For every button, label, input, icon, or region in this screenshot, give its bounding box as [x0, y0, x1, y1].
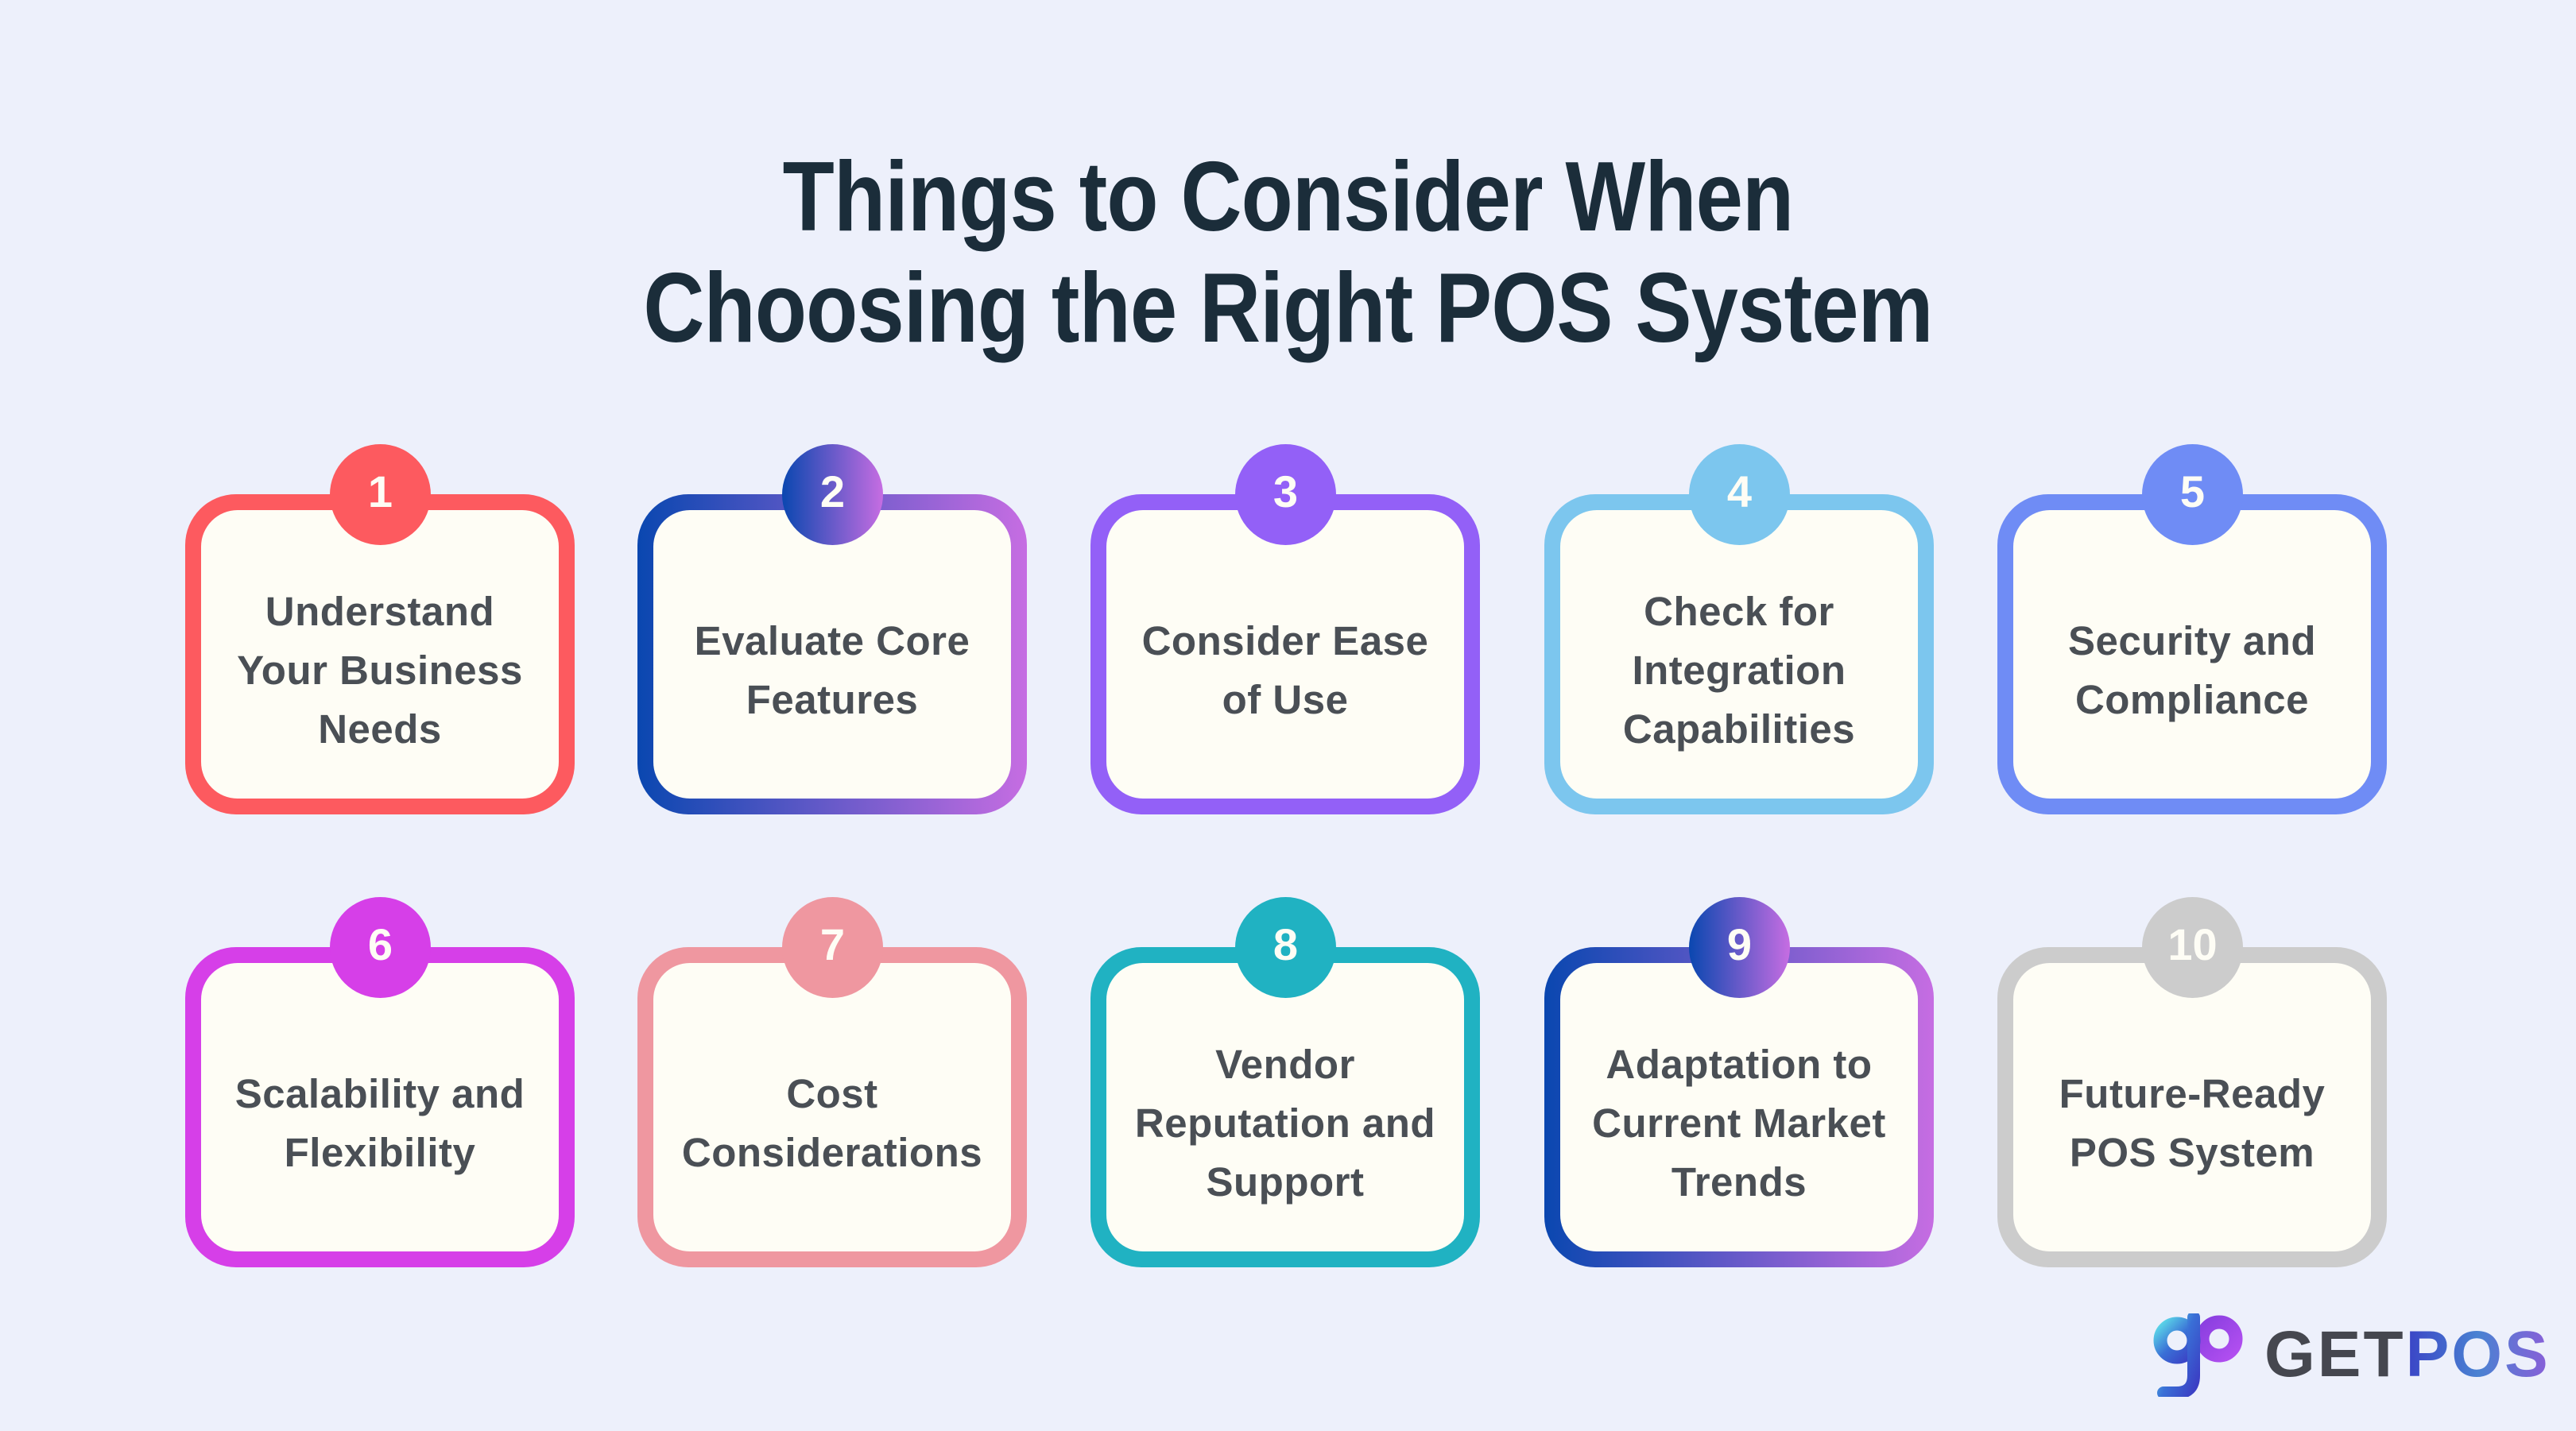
- step-number-badge: 7: [782, 897, 883, 998]
- page-title: Things to Consider When Choosing the Rig…: [0, 141, 2576, 364]
- card-body: Evaluate Core Features: [653, 510, 1011, 799]
- card-body: Check for Integration Capabilities: [1560, 510, 1918, 799]
- consideration-card-2: 2 Evaluate Core Features: [637, 444, 1027, 814]
- logo-word-get: GET: [2264, 1318, 2406, 1390]
- consideration-card-10: 10 Future-Ready POS System: [1997, 897, 2387, 1267]
- consideration-card-5: 5 Security and Compliance: [1997, 444, 2387, 814]
- card-label: Vendor Reputation and Support: [1134, 1041, 1436, 1205]
- card-label: Consider Ease of Use: [1141, 617, 1429, 722]
- consideration-card-8: 8 Vendor Reputation and Support: [1090, 897, 1480, 1267]
- consideration-card-1: 1 Understand Your Business Needs: [185, 444, 575, 814]
- card-body: Adaptation to Current Market Trends: [1560, 963, 1918, 1251]
- card-label: Security and Compliance: [2067, 617, 2317, 722]
- logo-word-pos: POS: [2405, 1318, 2551, 1390]
- title-line-2: Choosing the Right POS System: [643, 253, 1933, 363]
- consideration-card-4: 4 Check for Integration Capabilities: [1544, 444, 1934, 814]
- step-number-badge: 1: [330, 444, 431, 545]
- consideration-card-3: 3 Consider Ease of Use: [1090, 444, 1480, 814]
- consideration-card-9: 9 Adaptation to Current Market Trends: [1544, 897, 1934, 1267]
- consideration-card-7: 7 Cost Considerations: [637, 897, 1027, 1267]
- card-label: Check for Integration Capabilities: [1622, 588, 1856, 752]
- card-body: Vendor Reputation and Support: [1106, 963, 1464, 1251]
- getpos-logo: GETPOS: [2152, 1311, 2551, 1398]
- card-label: Understand Your Business Needs: [237, 588, 523, 752]
- gp-logo-icon: [2153, 1313, 2243, 1397]
- title-line-1: Things to Consider When: [782, 142, 1795, 252]
- card-label: Scalability and Flexibility: [234, 1070, 525, 1175]
- step-number-badge: 10: [2142, 897, 2243, 998]
- card-label: Evaluate Core Features: [694, 617, 970, 722]
- step-number-badge: 6: [330, 897, 431, 998]
- logo-wordmark: GETPOS: [2264, 1322, 2551, 1387]
- card-body: Consider Ease of Use: [1106, 510, 1464, 799]
- card-body: Security and Compliance: [2013, 510, 2371, 799]
- consideration-card-6: 6 Scalability and Flexibility: [185, 897, 575, 1267]
- card-label: Cost Considerations: [681, 1070, 983, 1175]
- card-label: Future-Ready POS System: [2059, 1070, 2326, 1175]
- step-number-badge: 5: [2142, 444, 2243, 545]
- step-number-badge: 2: [782, 444, 883, 545]
- step-number-badge: 8: [1235, 897, 1336, 998]
- card-body: Cost Considerations: [653, 963, 1011, 1251]
- card-body: Future-Ready POS System: [2013, 963, 2371, 1251]
- card-body: Scalability and Flexibility: [201, 963, 559, 1251]
- card-label: Adaptation to Current Market Trends: [1592, 1041, 1886, 1205]
- card-body: Understand Your Business Needs: [201, 510, 559, 799]
- step-number-badge: 4: [1689, 444, 1790, 545]
- step-number-badge: 3: [1235, 444, 1336, 545]
- step-number-badge: 9: [1689, 897, 1790, 998]
